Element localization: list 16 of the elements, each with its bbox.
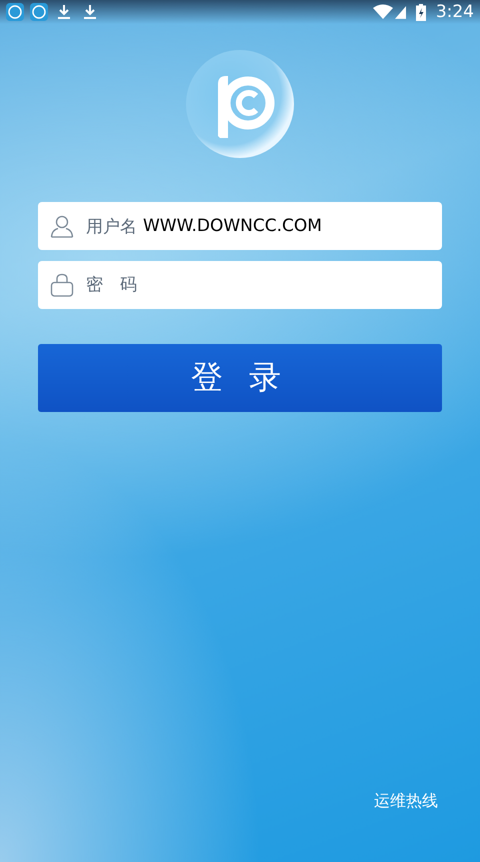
status-time: 3:24 bbox=[436, 2, 474, 22]
app-icon bbox=[6, 3, 24, 21]
field-label: 用户名 bbox=[86, 216, 137, 238]
download-icon bbox=[57, 4, 71, 20]
app-icon bbox=[30, 3, 48, 21]
logo-icon bbox=[184, 48, 296, 160]
login-button[interactable]: 登 录 bbox=[38, 344, 442, 412]
user-icon bbox=[50, 214, 74, 238]
signal-icon bbox=[394, 6, 406, 18]
username-field[interactable]: 用户名 WWW.DOWNCC.COM bbox=[38, 202, 442, 250]
download-icon bbox=[83, 4, 97, 20]
battery-icon bbox=[416, 4, 426, 20]
username-input[interactable]: WWW.DOWNCC.COM bbox=[137, 206, 442, 246]
password-input[interactable]: 密 码 bbox=[74, 265, 442, 305]
lock-icon bbox=[50, 273, 74, 297]
password-field[interactable]: 密 码 bbox=[38, 261, 442, 309]
